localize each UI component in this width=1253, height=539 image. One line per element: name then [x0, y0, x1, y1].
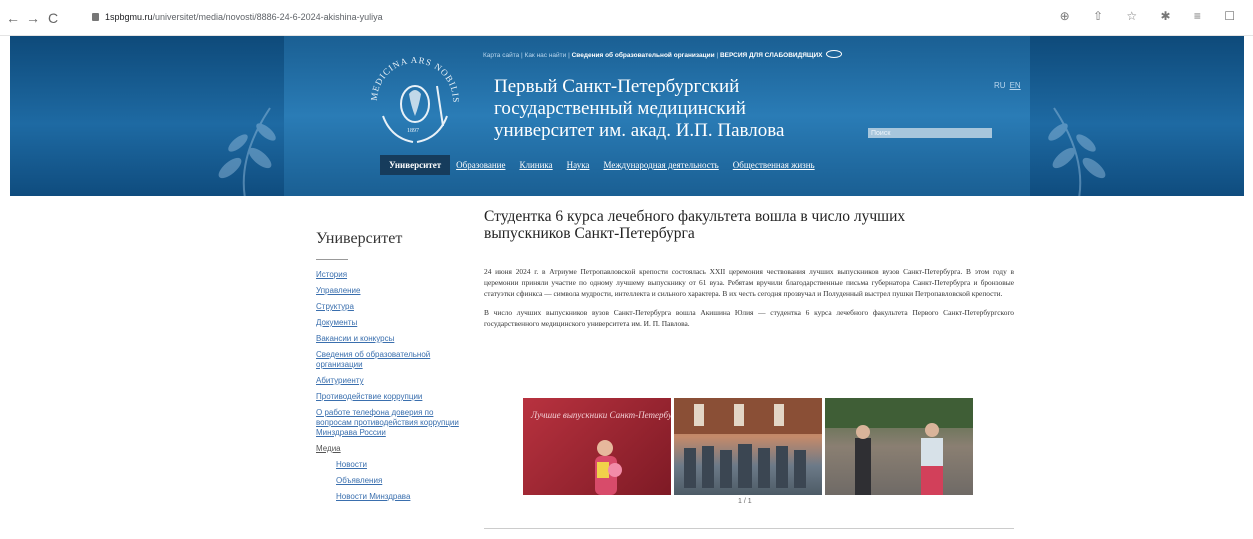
site-title[interactable]: Первый Санкт-Петербургский государственн… [494, 76, 854, 142]
sidebar-title: Университет [316, 230, 403, 247]
main-menu: Университет Образование Клиника Наука Ме… [380, 155, 829, 175]
sidebar-item-applicants[interactable]: Абитуриенту [316, 376, 466, 386]
laurel-left-decoration-icon [218, 107, 276, 196]
sidebar-item-media[interactable]: Медиа [316, 444, 466, 454]
article: Студентка 6 курса лечебного факультета в… [484, 208, 1014, 329]
sidebar: Университет История Управление Структура… [316, 230, 466, 508]
article-title: Студентка 6 курса лечебного факультета в… [484, 208, 906, 242]
sidebar-item-history[interactable]: История [316, 270, 466, 280]
sidebar-item-structure[interactable]: Структура [316, 302, 466, 312]
sidebar-item-hotline[interactable]: О работе телефона доверия по вопросам пр… [316, 408, 466, 438]
site-title-line-3: университет им. акад. И.П. Павлова [494, 120, 785, 141]
lock-icon [92, 13, 99, 21]
reload-icon[interactable]: C [48, 10, 58, 26]
emblem-year: 1897 [407, 128, 419, 134]
browser-toolbar-icons[interactable]: ⊕ ⇧ ☆ ✱ ≡ ☐ [1060, 9, 1245, 23]
article-paragraph-1: 24 июня 2024 г. в Атриуме Петропавловско… [484, 267, 1014, 298]
how-to-find-link[interactable]: Как нас найти [525, 52, 567, 59]
back-arrow-icon[interactable]: ← [6, 10, 20, 26]
menu-item-international[interactable]: Международная деятельность [603, 160, 718, 170]
sidebar-item-documents[interactable]: Документы [316, 318, 466, 328]
sidebar-subitem-announcements[interactable]: Объявления [316, 476, 466, 486]
menu-item-clinic[interactable]: Клиника [519, 160, 552, 170]
sidebar-subitem-news[interactable]: Новости [316, 460, 466, 470]
menu-item-university[interactable]: Университет [380, 155, 451, 175]
sidebar-divider [316, 259, 348, 260]
sidebar-item-anticorruption[interactable]: Противодействие коррупции [316, 392, 466, 402]
menu-item-public-life[interactable]: Общественная жизнь [733, 160, 815, 170]
sitemap-link[interactable]: Карта сайта [483, 52, 519, 59]
browser-toolbar: ← → C 1spbgmu.ru/universitet/media/novos… [0, 0, 1253, 36]
article-paragraph-2: В число лучших выпускников вузов Санкт-П… [484, 308, 1014, 328]
lang-en[interactable]: EN [1010, 81, 1021, 90]
site-title-line-1: Первый Санкт-Петербургский [494, 76, 740, 97]
photo-gallery: Лучшие выпускники Санкт-Петербурга [523, 398, 973, 496]
site-header: MEDICINA ARS NOBILISSIMA 1897 Карта сайт… [10, 36, 1244, 196]
sidebar-item-vacancies[interactable]: Вакансии и конкурсы [316, 334, 466, 344]
laurel-right-decoration-icon [1048, 107, 1106, 196]
sidebar-item-management[interactable]: Управление [316, 286, 466, 296]
svg-text:Лучшие выпускники Санкт-Петерб: Лучшие выпускники Санкт-Петербурга [530, 410, 671, 420]
header-top-links: Карта сайта | Как нас найти | Сведения о… [483, 50, 842, 59]
university-emblem-logo[interactable]: MEDICINA ARS NOBILISSIMA 1897 [367, 46, 463, 156]
url-path: /universitet/media/novosti/8886-24-6-202… [152, 12, 383, 22]
menu-item-science[interactable]: Наука [567, 160, 590, 170]
gallery-counter: 1 / 1 [738, 498, 752, 505]
low-vision-version-link[interactable]: ВЕРСИЯ ДЛЯ СЛАБОВИДЯЩИХ [720, 52, 823, 59]
sidebar-menu: История Управление Структура Документы В… [316, 270, 466, 502]
forward-arrow-icon[interactable]: → [26, 10, 40, 26]
eye-icon[interactable] [825, 50, 842, 58]
language-switcher: RU EN [994, 81, 1021, 90]
lang-ru[interactable]: RU [994, 81, 1006, 90]
content-divider [484, 528, 1014, 529]
gallery-photo-2[interactable] [674, 398, 822, 495]
address-bar[interactable]: 1spbgmu.ru/universitet/media/novosti/888… [92, 12, 383, 22]
sidebar-item-org-info[interactable]: Сведения об образовательной организации [316, 350, 466, 370]
sidebar-subitem-ministry-news[interactable]: Новости Минздрава [316, 492, 466, 502]
search-input[interactable] [868, 128, 992, 138]
site-title-line-2: государственный медицинский [494, 98, 746, 119]
gallery-photo-1[interactable]: Лучшие выпускники Санкт-Петербурга [523, 398, 671, 495]
gallery-photo-3[interactable] [825, 398, 973, 495]
url-host: 1spbgmu.ru [105, 12, 153, 22]
org-info-link[interactable]: Сведения об образовательной организации [572, 52, 715, 59]
menu-item-education[interactable]: Образование [456, 160, 505, 170]
